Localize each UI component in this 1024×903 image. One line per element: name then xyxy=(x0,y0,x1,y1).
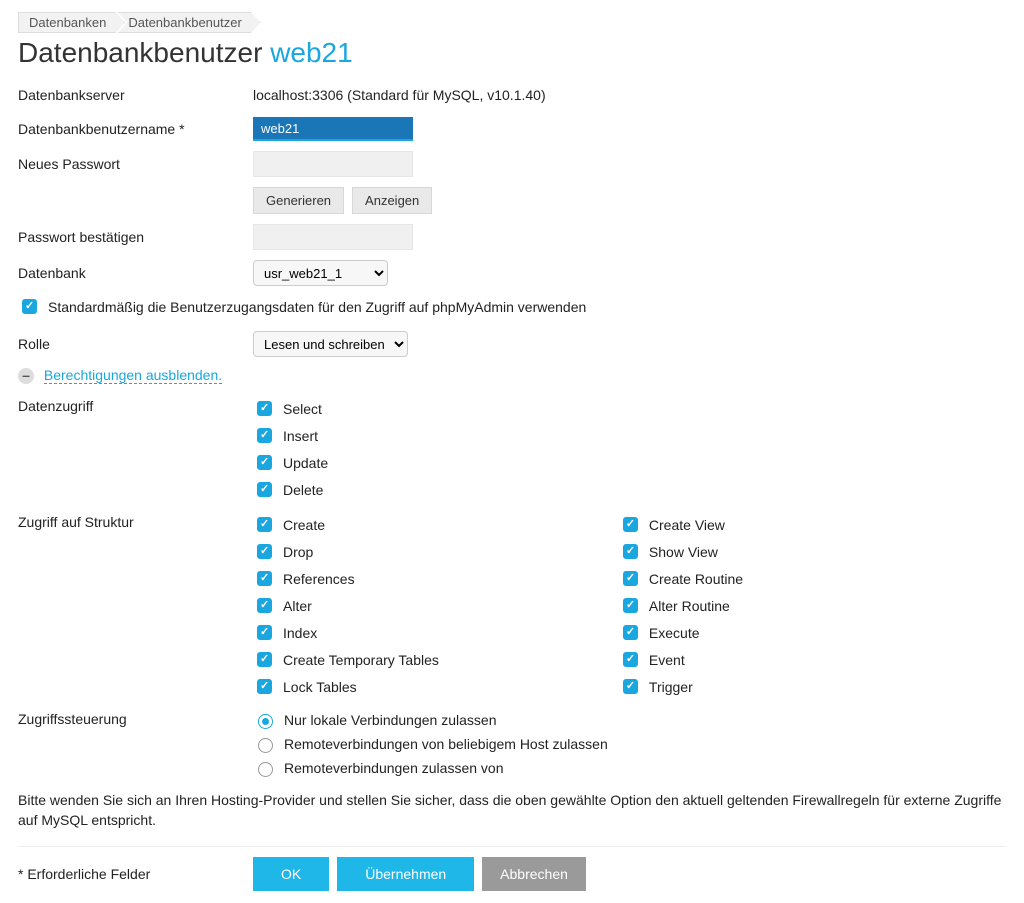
perm-index[interactable] xyxy=(257,625,272,640)
perm-insert[interactable] xyxy=(257,428,272,443)
radio-local-only[interactable] xyxy=(258,714,273,729)
firewall-note: Bitte wenden Sie sich an Ihren Hosting-P… xyxy=(18,791,1006,830)
required-fields-note: * Erforderliche Felder xyxy=(18,866,253,882)
perm-execute[interactable] xyxy=(623,625,638,640)
cancel-button[interactable]: Abbrechen xyxy=(482,857,586,891)
default-access-checkbox[interactable] xyxy=(22,299,37,314)
page-title: Datenbankbenutzer web21 xyxy=(18,37,1006,69)
label-structure-access: Zugriff auf Struktur xyxy=(18,514,253,530)
title-prefix: Datenbankbenutzer xyxy=(18,37,270,68)
value-server: localhost:3306 (Standard für MySQL, v10.… xyxy=(253,87,546,103)
data-access-list: Select Insert Update Delete xyxy=(253,398,328,500)
confirm-field[interactable] xyxy=(253,224,413,250)
perm-update[interactable] xyxy=(257,455,272,470)
breadcrumb: Datenbanken Datenbankbenutzer xyxy=(18,12,1006,33)
breadcrumb-item-users[interactable]: Datenbankbenutzer xyxy=(117,12,260,33)
generate-button[interactable]: Generieren xyxy=(253,187,344,214)
label-server: Datenbankserver xyxy=(18,87,253,103)
perm-drop[interactable] xyxy=(257,544,272,559)
toggle-permissions-link[interactable]: Berechtigungen ausblenden. xyxy=(44,367,222,384)
ok-button[interactable]: OK xyxy=(253,857,329,891)
database-select[interactable]: usr_web21_1 xyxy=(253,260,388,286)
apply-button[interactable]: Übernehmen xyxy=(337,857,474,891)
perm-alter[interactable] xyxy=(257,598,272,613)
perm-show-view[interactable] xyxy=(623,544,638,559)
label-username: Datenbankbenutzername * xyxy=(18,121,253,137)
label-data-access: Datenzugriff xyxy=(18,398,253,414)
username-field[interactable]: web21 xyxy=(253,117,413,141)
password-field[interactable] xyxy=(253,151,413,177)
label-access-control: Zugriffssteuerung xyxy=(18,711,253,727)
label-database: Datenbank xyxy=(18,265,253,281)
label-confirm: Passwort bestätigen xyxy=(18,229,253,245)
perm-create-routine[interactable] xyxy=(623,571,638,586)
label-password: Neues Passwort xyxy=(18,156,253,172)
show-button[interactable]: Anzeigen xyxy=(352,187,432,214)
perm-create-view[interactable] xyxy=(623,517,638,532)
perm-trigger[interactable] xyxy=(623,679,638,694)
label-role: Rolle xyxy=(18,336,253,352)
title-accent: web21 xyxy=(270,37,353,68)
perm-select[interactable] xyxy=(257,401,272,416)
perm-lock-tables[interactable] xyxy=(257,679,272,694)
radio-remote-any[interactable] xyxy=(258,738,273,753)
perm-create[interactable] xyxy=(257,517,272,532)
perm-delete[interactable] xyxy=(257,482,272,497)
radio-remote-from[interactable] xyxy=(258,762,273,777)
role-select[interactable]: Lesen und schreiben xyxy=(253,331,408,357)
breadcrumb-item-databases[interactable]: Datenbanken xyxy=(18,12,125,33)
perm-references[interactable] xyxy=(257,571,272,586)
default-access-label: Standardmäßig die Benutzerzugangsdaten f… xyxy=(48,299,586,315)
minus-icon[interactable]: – xyxy=(18,368,34,384)
perm-alter-routine[interactable] xyxy=(623,598,638,613)
perm-create-temp[interactable] xyxy=(257,652,272,667)
perm-event[interactable] xyxy=(623,652,638,667)
